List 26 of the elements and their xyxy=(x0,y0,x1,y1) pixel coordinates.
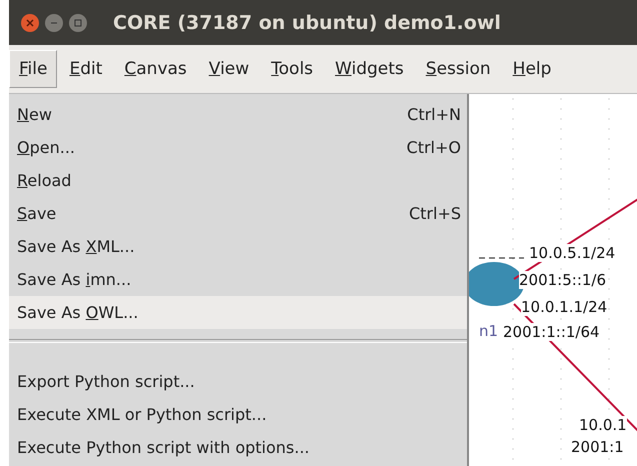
menu-entry[interactable]: Open... Ctrl+O xyxy=(9,131,467,164)
menu-entry[interactable]: Save As OWL... xyxy=(9,296,467,329)
menu-entry[interactable]: Export Python script... xyxy=(9,365,467,398)
maximize-icon[interactable] xyxy=(69,14,87,32)
close-icon[interactable] xyxy=(21,14,39,32)
menu-entry[interactable]: Execute Python script with options... xyxy=(9,431,467,464)
address-label: 10.0.1.1/24 xyxy=(521,298,608,316)
menu-item[interactable]: Tools xyxy=(261,50,324,88)
window-title: CORE (37187 on ubuntu) demo1.owl xyxy=(113,12,501,34)
address-label: 2001:5::1/6 xyxy=(519,271,606,289)
menu-item[interactable]: View xyxy=(198,50,260,88)
address-label: 10.0.5.1/24 xyxy=(529,244,616,262)
menu-item[interactable]: Edit xyxy=(59,50,112,88)
menu-entry[interactable]: Save Ctrl+S xyxy=(9,197,467,230)
menu-item[interactable]: Canvas xyxy=(114,50,197,88)
menu-entry[interactable]: Save As XML... xyxy=(9,230,467,263)
address-label: 2001:1::1/64 xyxy=(503,323,600,341)
menu-entry[interactable]: Reload xyxy=(9,164,467,197)
menu-item[interactable]: Widgets xyxy=(325,50,414,88)
menu-item[interactable]: Help xyxy=(502,50,562,88)
menu-entry[interactable]: Execute XML or Python script... xyxy=(9,398,467,431)
menu-item[interactable]: Session xyxy=(416,50,501,88)
minimize-icon[interactable] xyxy=(45,14,63,32)
menu-item[interactable]: File xyxy=(9,50,58,88)
menu-entry[interactable]: New Ctrl+N xyxy=(9,98,467,131)
menu-entry[interactable]: Save As imn... xyxy=(9,263,467,296)
